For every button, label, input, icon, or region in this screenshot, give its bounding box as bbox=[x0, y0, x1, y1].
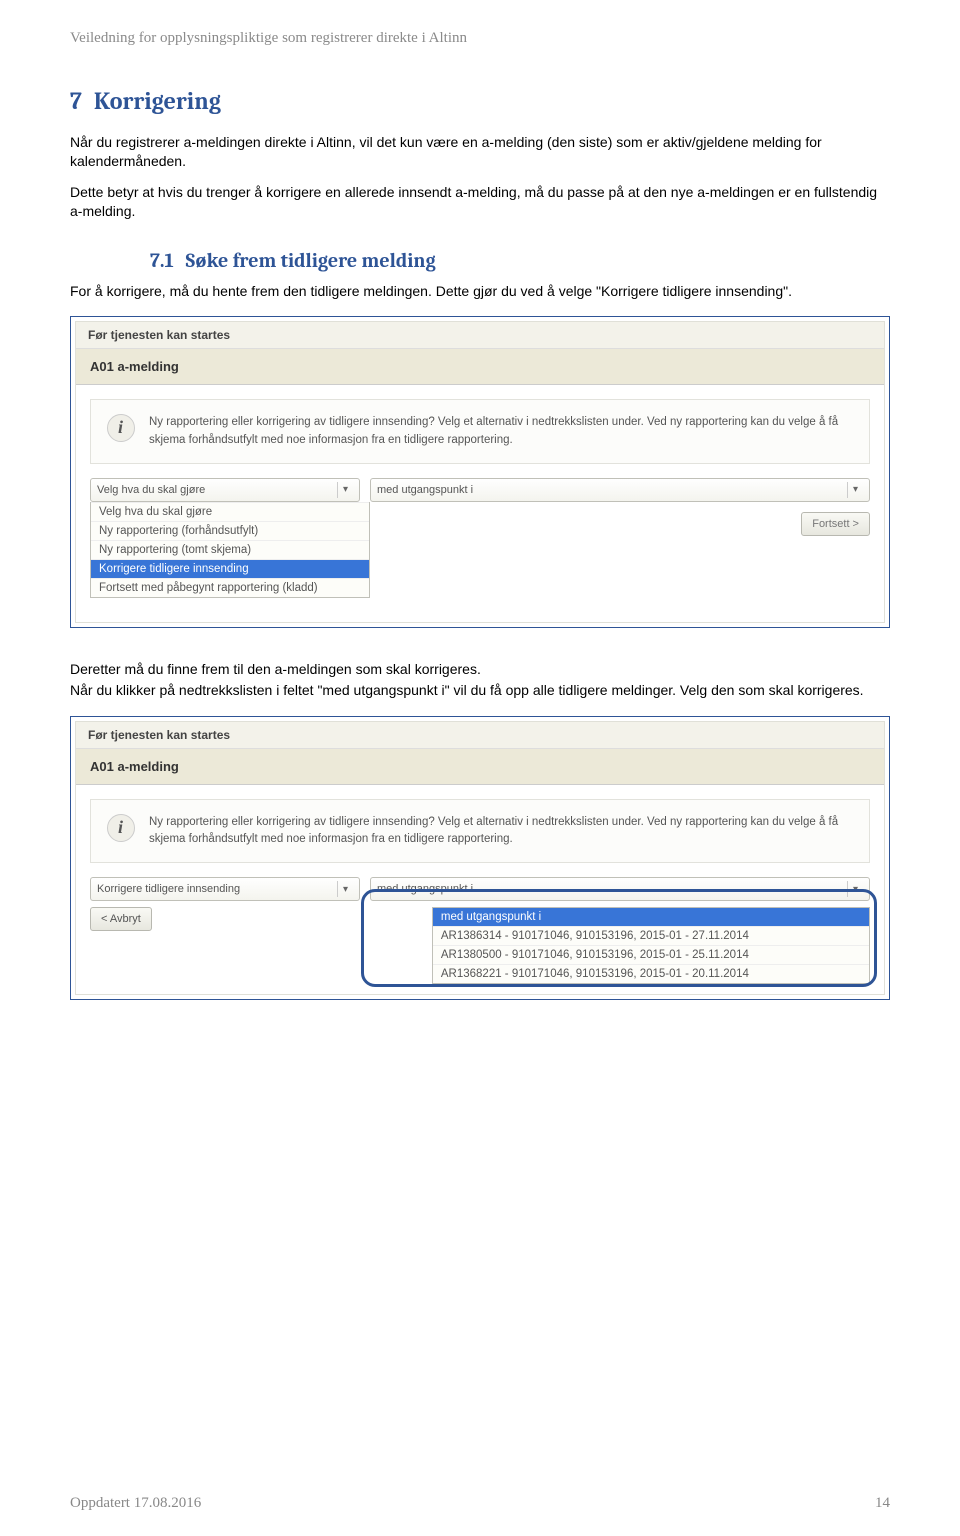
dropdown-option-selected[interactable]: med utgangspunkt i bbox=[433, 908, 869, 926]
panel-title: A01 a-melding bbox=[76, 749, 884, 785]
subsection-number: 7.1 bbox=[150, 249, 174, 272]
info-box: Ny rapportering eller korrigering av tid… bbox=[90, 799, 870, 864]
avbryt-button[interactable]: < Avbryt bbox=[90, 907, 152, 931]
paragraph: Når du registrerer a-meldingen direkte i… bbox=[70, 133, 890, 171]
subsection-heading: 7.1 Søke frem tidligere melding bbox=[150, 249, 890, 272]
paragraph: Når du klikker på nedtrekkslisten i felt… bbox=[70, 681, 890, 700]
section-title: Korrigering bbox=[94, 87, 221, 115]
dropdown-option[interactable]: AR1368221 - 910171046, 910153196, 2015-0… bbox=[433, 964, 869, 983]
info-text: Ny rapportering eller korrigering av tid… bbox=[149, 814, 853, 849]
basis-select-value: med utgangspunkt i bbox=[377, 883, 473, 895]
panel-pretitle: Før tjenesten kan startes bbox=[76, 722, 884, 749]
info-box: Ny rapportering eller korrigering av tid… bbox=[90, 399, 870, 464]
subsection-title: Søke frem tidligere melding bbox=[186, 249, 436, 272]
page-header: Veiledning for opplysningspliktige som r… bbox=[70, 30, 890, 47]
chevron-down-icon: ▾ bbox=[337, 482, 353, 498]
paragraph: Dette betyr at hvis du trenger å korrige… bbox=[70, 183, 890, 221]
section-heading: 7 Korrigering bbox=[70, 87, 890, 115]
action-select-value: Velg hva du skal gjøre bbox=[97, 484, 205, 496]
chevron-down-icon: ▾ bbox=[847, 482, 863, 498]
dropdown-option[interactable]: AR1386314 - 910171046, 910153196, 2015-0… bbox=[433, 926, 869, 945]
basis-select[interactable]: med utgangspunkt i ▾ bbox=[370, 478, 870, 502]
section-number: 7 bbox=[70, 87, 82, 115]
fortsett-button[interactable]: Fortsett > bbox=[801, 512, 870, 536]
panel-pretitle: Før tjenesten kan startes bbox=[76, 322, 884, 349]
basis-select-value: med utgangspunkt i bbox=[377, 484, 473, 496]
basis-dropdown-open: med utgangspunkt i AR1386314 - 910171046… bbox=[432, 907, 870, 984]
dropdown-option[interactable]: AR1380500 - 910171046, 910153196, 2015-0… bbox=[433, 945, 869, 964]
info-icon bbox=[107, 814, 135, 842]
chevron-down-icon: ▾ bbox=[847, 881, 863, 897]
chevron-down-icon: ▾ bbox=[337, 881, 353, 897]
info-icon bbox=[107, 414, 135, 442]
screenshot-1: Før tjenesten kan startes A01 a-melding … bbox=[70, 316, 890, 628]
info-text: Ny rapportering eller korrigering av tid… bbox=[149, 414, 853, 449]
action-select-value: Korrigere tidligere innsending bbox=[97, 883, 240, 895]
page-number: 14 bbox=[875, 1495, 890, 1512]
action-select[interactable]: Korrigere tidligere innsending ▾ bbox=[90, 877, 360, 901]
action-select[interactable]: Velg hva du skal gjøre ▾ bbox=[90, 478, 360, 502]
basis-select[interactable]: med utgangspunkt i ▾ bbox=[370, 877, 870, 901]
screenshot-2: Før tjenesten kan startes A01 a-melding … bbox=[70, 716, 890, 1001]
paragraph: Deretter må du finne frem til den a-meld… bbox=[70, 660, 890, 679]
paragraph: For å korrigere, må du hente frem den ti… bbox=[70, 282, 890, 301]
footer-date: Oppdatert 17.08.2016 bbox=[70, 1495, 201, 1512]
footer: Oppdatert 17.08.2016 14 bbox=[70, 1495, 890, 1512]
panel-title: A01 a-melding bbox=[76, 349, 884, 385]
